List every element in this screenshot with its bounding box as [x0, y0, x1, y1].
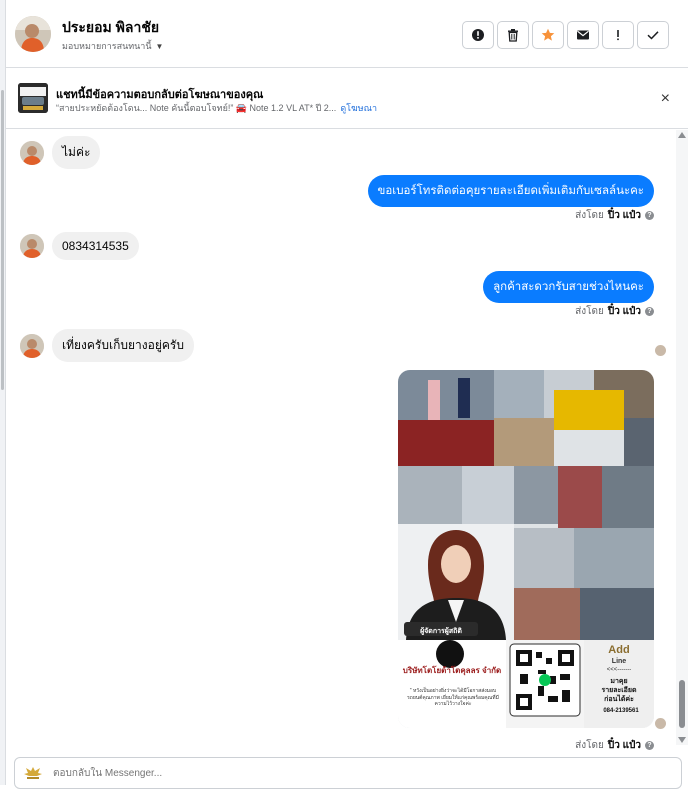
alert-circle-icon — [472, 29, 484, 41]
ad-banner-subtitle: “สายประหยัดต้องโดน... Note คันนี้ตอบโจทย… — [56, 101, 377, 115]
reply-composer[interactable] — [14, 757, 682, 789]
avatar[interactable] — [20, 333, 44, 358]
incoming-message[interactable]: ไม่ค่ะ — [52, 136, 101, 169]
read-receipt-avatar — [655, 718, 666, 729]
sent-by-label: ส่งโดย ปิ๋ว แป๋ว ? — [575, 208, 654, 223]
messenger-conversation-panel: ประยอม พิลาชัย มอบหมายการสนทนานี้ ▼ แชทน… — [0, 0, 688, 789]
assign-conversation-dropdown[interactable]: มอบหมายการสนทนานี้ ▼ — [62, 39, 163, 53]
sent-by-prefix: ส่งโดย — [575, 306, 604, 317]
incoming-message[interactable]: เที่ยงครับเก็บยางอยู่ครับ — [52, 329, 194, 362]
conversation-header: ประยอม พิลาชัย มอบหมายการสนทนานี้ ▼ — [6, 0, 688, 68]
outgoing-message[interactable]: ขอเบอร์โทรติดต่อคุยรายละเอียดเพิ่มเติมกั… — [367, 175, 654, 207]
mark-done-button[interactable] — [637, 21, 669, 49]
check-icon — [647, 31, 659, 40]
page-logo-icon — [24, 767, 42, 779]
image-message[interactable]: ผู้จัดการผู้สถิติ บริษัทโตโยต้าโตคุลลร จ… — [398, 370, 654, 728]
sender-name: ปิ๋ว แป๋ว — [607, 306, 641, 317]
chevron-down-icon: ▼ — [155, 41, 164, 51]
trash-icon — [508, 29, 518, 42]
contact-name[interactable]: ประยอม พิลาชัย — [62, 17, 159, 39]
poster-add-line: Line — [611, 658, 627, 665]
poster-company: บริษัทโตโยต้าโตคุลลร จำกัด — [402, 666, 502, 675]
delete-button[interactable] — [497, 21, 529, 49]
help-icon[interactable]: ? — [645, 211, 654, 220]
scrollbar-thumb[interactable] — [679, 680, 685, 728]
star-icon — [541, 28, 555, 41]
list-item: ไม่ค่ะ — [20, 136, 101, 169]
outgoing-message[interactable]: ลูกค้าสะดวกรับสายช่วงไหนคะ — [483, 271, 654, 303]
ad-thumbnail[interactable] — [18, 83, 48, 113]
list-item: 0834314535 — [20, 232, 139, 260]
header-actions — [462, 21, 669, 49]
assign-label: มอบหมายการสนทนานี้ — [62, 41, 152, 51]
scroll-down-icon[interactable] — [678, 737, 686, 743]
poster-badge: ผู้จัดการผู้สถิติ — [420, 628, 462, 635]
read-receipt-avatar — [655, 345, 666, 356]
poster-phone: 084-2139561 — [603, 708, 639, 714]
help-icon[interactable]: ? — [645, 307, 654, 316]
incoming-message[interactable]: 0834314535 — [52, 232, 139, 260]
poster-add-title: Add — [608, 644, 630, 656]
help-icon[interactable]: ? — [645, 741, 654, 750]
ad-reply-banner: แชทนี้มีข้อความตอบกลับต่อโฆษณาของคุณ “สา… — [6, 69, 688, 129]
envelope-icon — [577, 30, 589, 40]
star-button[interactable] — [532, 21, 564, 49]
poster-add-text3: ก่อนได้ค่ะ — [604, 696, 634, 703]
avatar[interactable] — [20, 234, 44, 258]
sender-name: ปิ๋ว แป๋ว — [607, 740, 641, 751]
left-scrollbar-thumb[interactable] — [1, 90, 4, 390]
mark-spam-button[interactable] — [462, 21, 494, 49]
sent-by-prefix: ส่งโดย — [575, 210, 604, 221]
view-ad-link[interactable]: ดูโฆษณา — [340, 103, 377, 113]
close-icon[interactable]: × — [661, 91, 670, 107]
avatar[interactable] — [15, 16, 51, 52]
poster-add-arrow: <<<------- — [606, 667, 632, 673]
mark-unread-button[interactable] — [567, 21, 599, 49]
exclamation-icon — [617, 30, 619, 41]
sent-by-label: ส่งโดย ปิ๋ว แป๋ว ? — [575, 738, 654, 753]
ad-snippet: “สายประหยัดต้องโดน... Note คันนี้ตอบโจทย… — [56, 103, 337, 113]
list-item: เที่ยงครับเก็บยางอยู่ครับ — [20, 329, 194, 362]
sent-by-prefix: ส่งโดย — [575, 740, 604, 751]
avatar[interactable] — [20, 140, 44, 165]
poster-slogan: " หวังเป็นอย่างยิ่งว่าจะได้มีโอกาสส่งมอบ… — [407, 688, 499, 707]
reply-input[interactable] — [53, 763, 653, 783]
chat-scrollbar[interactable] — [676, 130, 688, 745]
sender-name: ปิ๋ว แป๋ว — [607, 210, 641, 221]
message-thread[interactable]: ไม่ค่ะ ขอเบอร์โทรติดต่อคุยรายละเอียดเพิ่… — [6, 130, 676, 755]
follow-up-button[interactable] — [602, 21, 634, 49]
sent-by-label: ส่งโดย ปิ๋ว แป๋ว ? — [575, 304, 654, 319]
scroll-up-icon[interactable] — [678, 132, 686, 138]
